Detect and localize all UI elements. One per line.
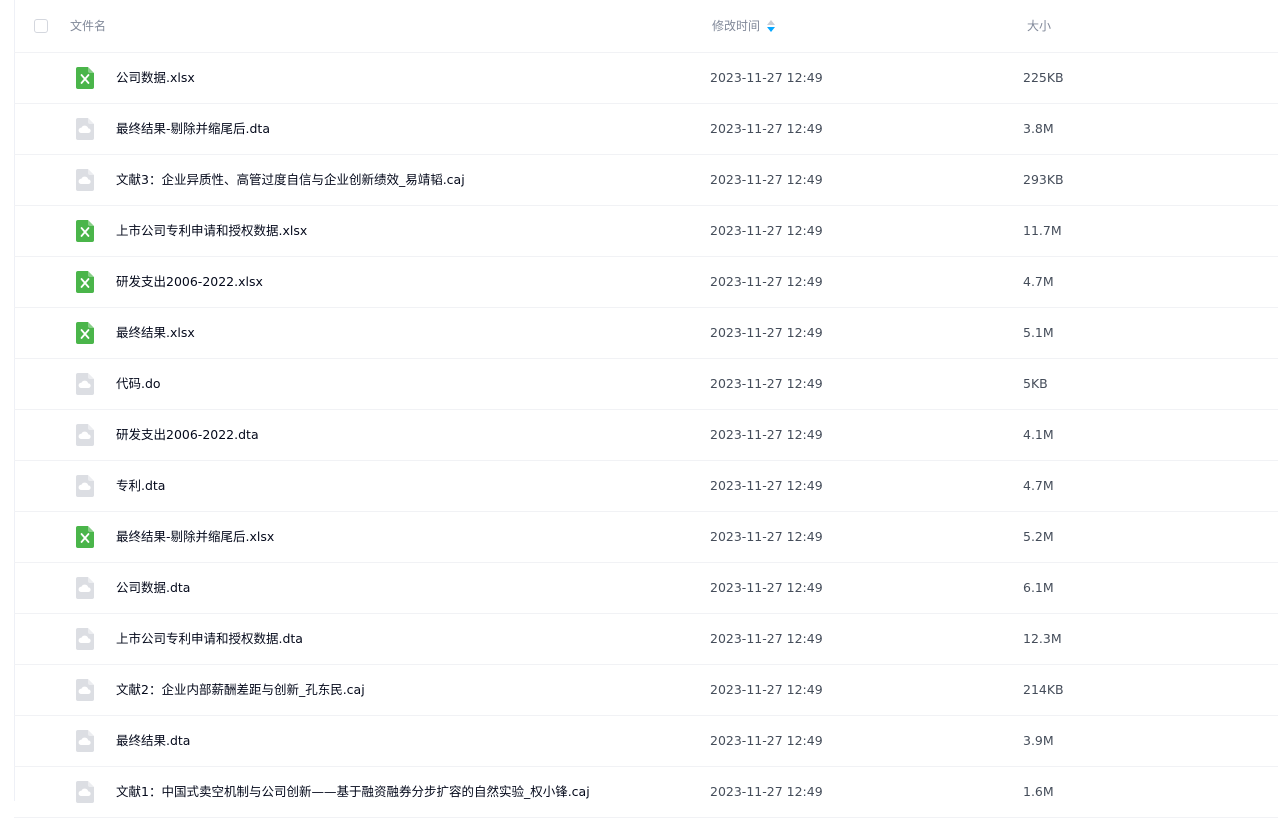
list-header: 文件名 修改时间 大小	[14, 0, 1278, 53]
excel-icon	[75, 67, 95, 89]
file-modified-time: 2023-11-27 12:49	[710, 376, 823, 391]
file-size: 225KB	[1023, 70, 1064, 85]
file-row[interactable]: 最终结果-剔除并缩尾后.dta 2023-11-27 12:49 3.8M	[14, 104, 1278, 155]
file-icon	[75, 373, 95, 395]
select-all-checkbox[interactable]	[34, 19, 48, 33]
file-icon	[75, 118, 95, 140]
file-modified-time: 2023-11-27 12:49	[710, 529, 823, 544]
column-header-time-label: 修改时间	[712, 19, 761, 33]
file-modified-time: 2023-11-27 12:49	[710, 427, 823, 442]
file-size: 1.6M	[1023, 784, 1054, 799]
file-modified-time: 2023-11-27 12:49	[710, 70, 823, 85]
file-icon	[75, 781, 95, 803]
file-row[interactable]: 公司数据.xlsx 2023-11-27 12:49 225KB	[14, 53, 1278, 104]
file-size: 4.1M	[1023, 427, 1054, 442]
file-name[interactable]: 文献2：企业内部薪酬差距与创新_孔东民.caj	[116, 682, 365, 698]
column-header-name[interactable]: 文件名	[70, 18, 106, 34]
file-row[interactable]: 上市公司专利申请和授权数据.xlsx 2023-11-27 12:49 11.7M	[14, 206, 1278, 257]
file-size: 293KB	[1023, 172, 1064, 187]
file-modified-time: 2023-11-27 12:49	[710, 631, 823, 646]
file-icon	[75, 475, 95, 497]
file-size: 5.1M	[1023, 325, 1054, 340]
file-row[interactable]: 代码.do 2023-11-27 12:49 5KB	[14, 359, 1278, 410]
file-icon	[75, 424, 95, 446]
file-icon	[75, 169, 95, 191]
file-modified-time: 2023-11-27 12:49	[710, 580, 823, 595]
file-size: 4.7M	[1023, 478, 1054, 493]
file-row[interactable]: 文献3：企业异质性、高管过度自信与企业创新绩效_易靖韬.caj 2023-11-2…	[14, 155, 1278, 206]
file-row[interactable]: 最终结果.xlsx 2023-11-27 12:49 5.1M	[14, 308, 1278, 359]
column-header-time[interactable]: 修改时间	[712, 18, 776, 34]
file-size: 214KB	[1023, 682, 1064, 697]
left-rail	[0, 0, 15, 801]
file-name[interactable]: 公司数据.xlsx	[116, 70, 195, 86]
file-row[interactable]: 研发支出2006-2022.xlsx 2023-11-27 12:49 4.7M	[14, 257, 1278, 308]
file-rows: 公司数据.xlsx 2023-11-27 12:49 225KB 最终结果-剔除并缩尾…	[14, 53, 1278, 818]
file-icon	[75, 730, 95, 752]
file-row[interactable]: 文献2：企业内部薪酬差距与创新_孔东民.caj 2023-11-27 12:49 2…	[14, 665, 1278, 716]
file-name[interactable]: 上市公司专利申请和授权数据.dta	[116, 631, 303, 647]
file-name[interactable]: 研发支出2006-2022.xlsx	[116, 274, 263, 290]
file-name[interactable]: 代码.do	[116, 376, 161, 392]
file-size: 3.8M	[1023, 121, 1054, 136]
file-row[interactable]: 文献1：中国式卖空机制与公司创新——基于融资融券分步扩容的自然实验_权小锋.ca…	[14, 767, 1278, 818]
file-name[interactable]: 专利.dta	[116, 478, 165, 494]
excel-icon	[75, 220, 95, 242]
file-size: 12.3M	[1023, 631, 1062, 646]
file-size: 4.7M	[1023, 274, 1054, 289]
file-icon	[75, 628, 95, 650]
file-name[interactable]: 最终结果-剔除并缩尾后.xlsx	[116, 529, 274, 545]
file-name[interactable]: 文献1：中国式卖空机制与公司创新——基于融资融券分步扩容的自然实验_权小锋.ca…	[116, 784, 590, 800]
file-size: 11.7M	[1023, 223, 1062, 238]
file-row[interactable]: 最终结果-剔除并缩尾后.xlsx 2023-11-27 12:49 5.2M	[14, 512, 1278, 563]
file-modified-time: 2023-11-27 12:49	[710, 733, 823, 748]
file-row[interactable]: 研发支出2006-2022.dta 2023-11-27 12:49 4.1M	[14, 410, 1278, 461]
file-list: 文件名 修改时间 大小 公司数据.xlsx 2023-11-27 12:49 225…	[14, 0, 1278, 818]
file-modified-time: 2023-11-27 12:49	[710, 223, 823, 238]
excel-icon	[75, 271, 95, 293]
file-name[interactable]: 研发支出2006-2022.dta	[116, 427, 259, 443]
file-row[interactable]: 专利.dta 2023-11-27 12:49 4.7M	[14, 461, 1278, 512]
file-modified-time: 2023-11-27 12:49	[710, 682, 823, 697]
file-size: 6.1M	[1023, 580, 1054, 595]
file-name[interactable]: 最终结果-剔除并缩尾后.dta	[116, 121, 270, 137]
file-modified-time: 2023-11-27 12:49	[710, 172, 823, 187]
file-row[interactable]: 最终结果.dta 2023-11-27 12:49 3.9M	[14, 716, 1278, 767]
file-icon	[75, 577, 95, 599]
file-name[interactable]: 最终结果.dta	[116, 733, 190, 749]
file-row[interactable]: 上市公司专利申请和授权数据.dta 2023-11-27 12:49 12.3M	[14, 614, 1278, 665]
column-header-size[interactable]: 大小	[1027, 18, 1051, 34]
file-name[interactable]: 文献3：企业异质性、高管过度自信与企业创新绩效_易靖韬.caj	[116, 172, 465, 188]
excel-icon	[75, 322, 95, 344]
file-name[interactable]: 最终结果.xlsx	[116, 325, 195, 341]
file-size: 3.9M	[1023, 733, 1054, 748]
file-icon	[75, 679, 95, 701]
file-modified-time: 2023-11-27 12:49	[710, 784, 823, 799]
file-size: 5.2M	[1023, 529, 1054, 544]
file-modified-time: 2023-11-27 12:49	[710, 325, 823, 340]
file-modified-time: 2023-11-27 12:49	[710, 121, 823, 136]
file-name[interactable]: 上市公司专利申请和授权数据.xlsx	[116, 223, 307, 239]
file-size: 5KB	[1023, 376, 1048, 391]
file-modified-time: 2023-11-27 12:49	[710, 274, 823, 289]
file-row[interactable]: 公司数据.dta 2023-11-27 12:49 6.1M	[14, 563, 1278, 614]
file-modified-time: 2023-11-27 12:49	[710, 478, 823, 493]
sort-desc-icon[interactable]	[767, 20, 776, 32]
file-name[interactable]: 公司数据.dta	[116, 580, 190, 596]
excel-icon	[75, 526, 95, 548]
